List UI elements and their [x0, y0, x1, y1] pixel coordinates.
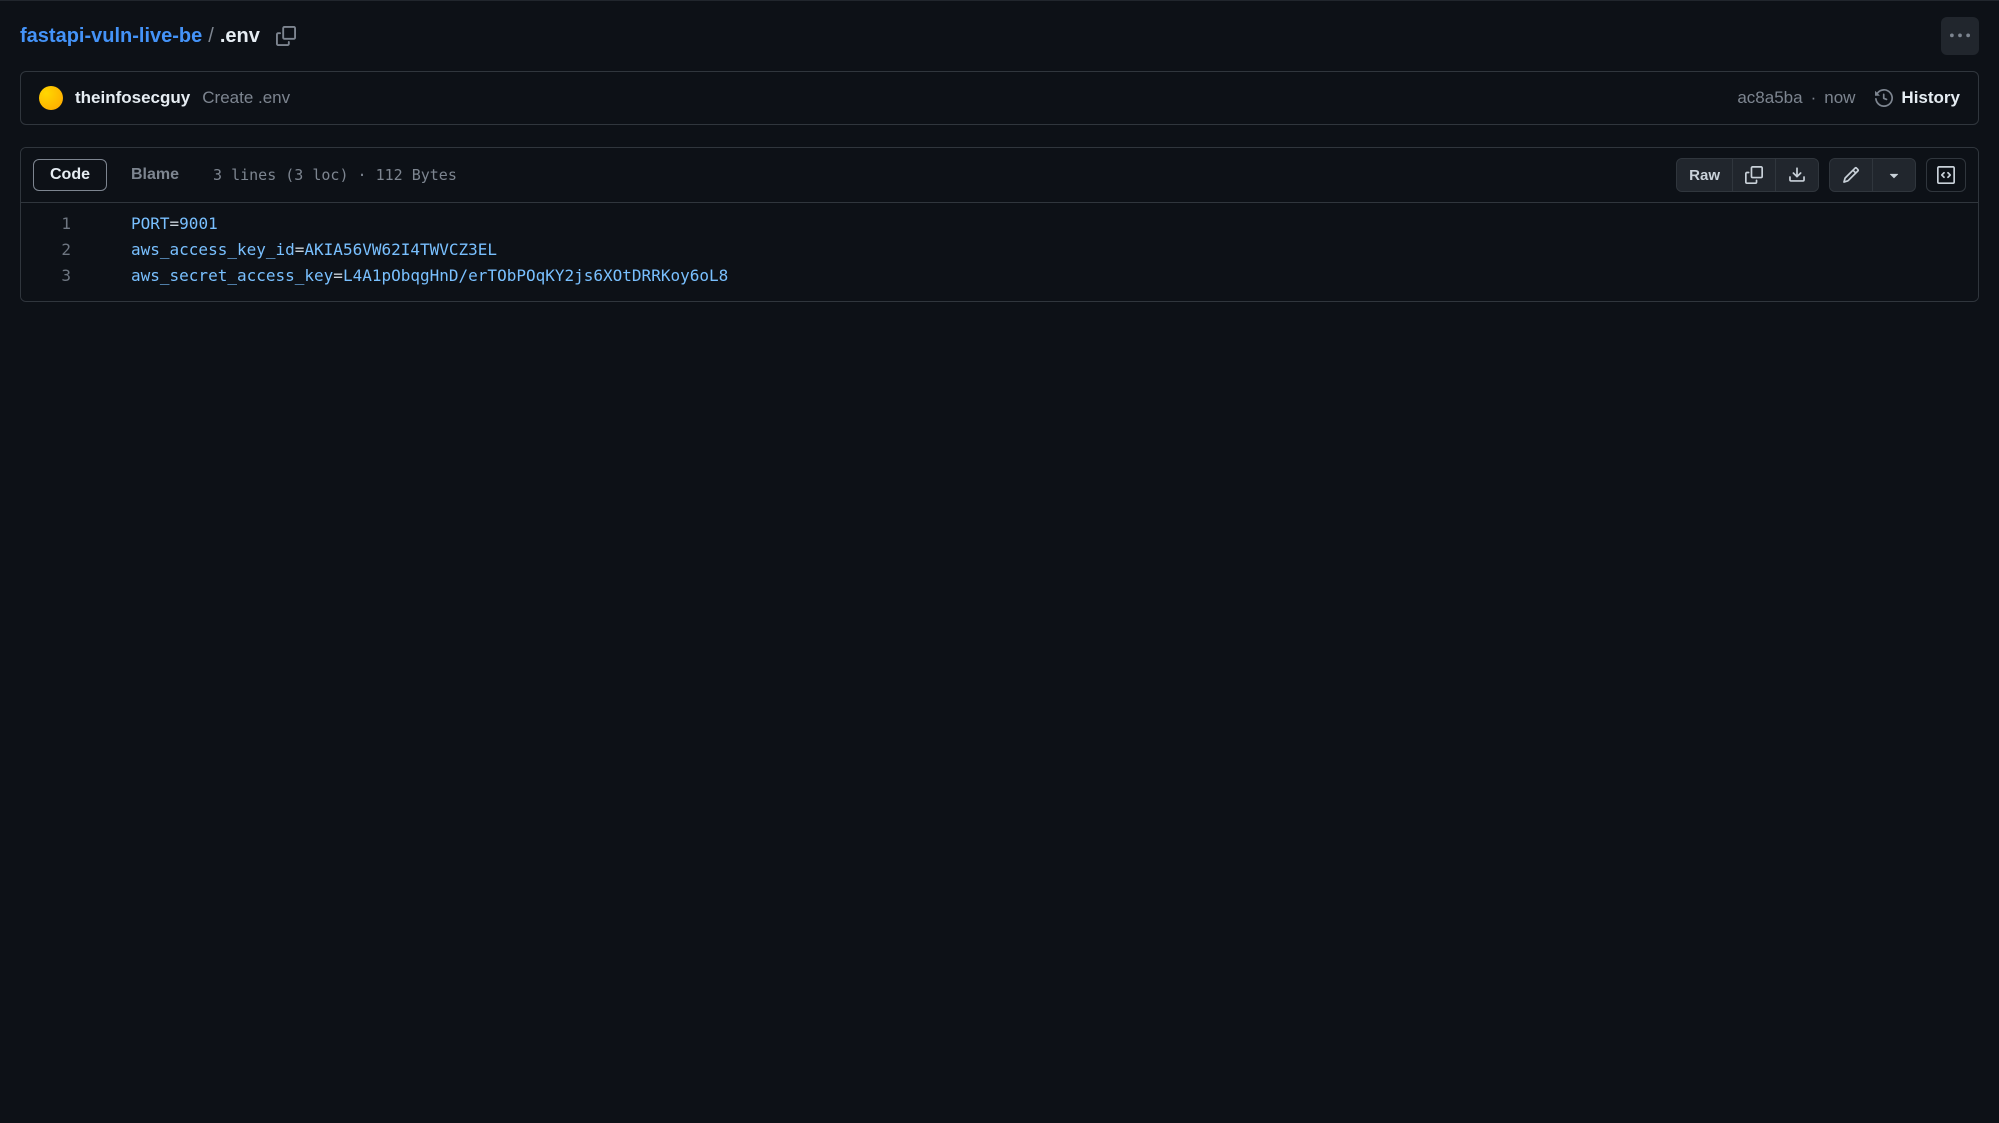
- code-content: 1 PORT=9001 2 aws_access_key_id=AKIA56VW…: [21, 203, 1978, 301]
- kebab-horizontal-icon: [1950, 26, 1970, 46]
- triangle-down-icon: [1885, 166, 1903, 184]
- commit-author[interactable]: theinfosecguy: [75, 88, 190, 108]
- token-eq: =: [170, 214, 180, 233]
- history-label: History: [1901, 88, 1960, 108]
- history-icon: [1875, 89, 1893, 107]
- code-line[interactable]: 2 aws_access_key_id=AKIA56VW62I4TWVCZ3EL: [21, 237, 1978, 263]
- history-link[interactable]: History: [1875, 88, 1960, 108]
- token-value: AKIA56VW62I4TWVCZ3EL: [304, 240, 497, 259]
- commit-sha[interactable]: ac8a5ba: [1737, 88, 1802, 108]
- download-icon: [1788, 166, 1806, 184]
- token-eq: =: [333, 266, 343, 285]
- file-info: 3 lines (3 loc) · 112 Bytes: [213, 166, 457, 184]
- more-menu-button[interactable]: [1941, 17, 1979, 55]
- avatar[interactable]: [39, 86, 63, 110]
- pencil-icon: [1842, 166, 1860, 184]
- copy-path-button[interactable]: [272, 22, 300, 50]
- token-key: aws_secret_access_key: [131, 266, 333, 285]
- breadcrumb-separator: /: [208, 25, 214, 48]
- token-key: aws_access_key_id: [131, 240, 295, 259]
- token-eq: =: [295, 240, 305, 259]
- commit-dot: ·: [1811, 88, 1817, 108]
- raw-button-group: Raw: [1676, 158, 1819, 192]
- code-line[interactable]: 3 aws_secret_access_key=L4A1pObqgHnD/erT…: [21, 263, 1978, 289]
- latest-commit-box: theinfosecguy Create .env ac8a5ba · now …: [20, 71, 1979, 125]
- edit-dropdown-button[interactable]: [1873, 159, 1915, 191]
- copy-icon: [1745, 166, 1763, 184]
- symbols-button[interactable]: [1926, 158, 1966, 192]
- edit-button[interactable]: [1830, 159, 1873, 191]
- tab-code[interactable]: Code: [33, 159, 107, 191]
- token-value: 9001: [179, 214, 218, 233]
- breadcrumb: fastapi-vuln-live-be / .env: [20, 22, 300, 50]
- download-raw-button[interactable]: [1776, 159, 1818, 191]
- tab-blame[interactable]: Blame: [115, 160, 195, 190]
- code-square-icon: [1937, 166, 1955, 184]
- copy-icon: [276, 26, 296, 46]
- commit-time: now: [1824, 88, 1855, 108]
- code-line[interactable]: 1 PORT=9001: [21, 211, 1978, 237]
- token-key: PORT: [131, 214, 170, 233]
- raw-button[interactable]: Raw: [1677, 159, 1733, 191]
- breadcrumb-filename: .env: [220, 25, 260, 48]
- commit-message[interactable]: Create .env: [202, 88, 290, 108]
- copy-raw-button[interactable]: [1733, 159, 1776, 191]
- line-number: 2: [21, 237, 91, 263]
- file-viewer: Code Blame 3 lines (3 loc) · 112 Bytes R…: [20, 147, 1979, 302]
- token-value: L4A1pObqgHnD/erTObPOqKY2js6XOtDRRKoy6oL8: [343, 266, 728, 285]
- line-number: 3: [21, 263, 91, 289]
- edit-button-group: [1829, 158, 1916, 192]
- repo-link[interactable]: fastapi-vuln-live-be: [20, 25, 202, 48]
- line-number: 1: [21, 211, 91, 237]
